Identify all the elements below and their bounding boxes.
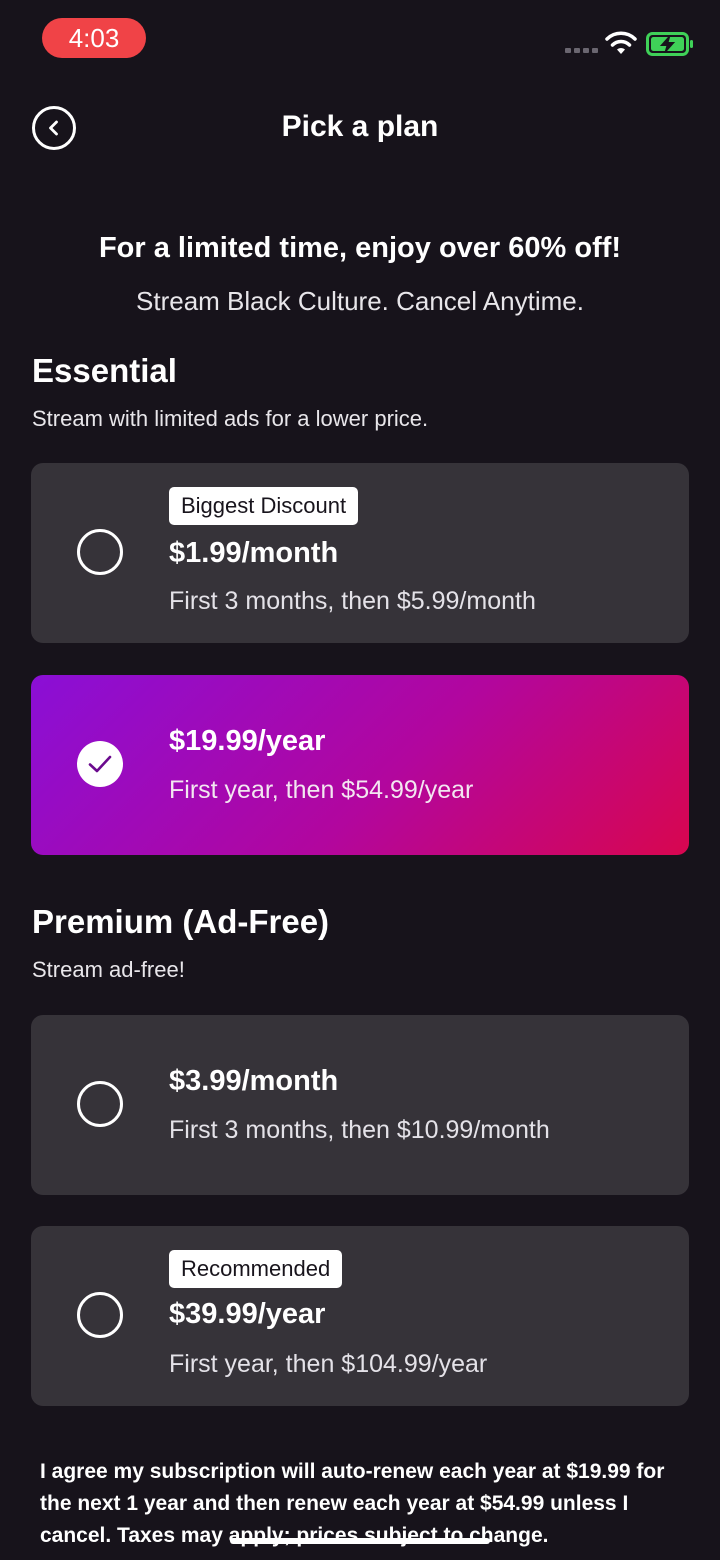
signal-dots-icon	[565, 48, 598, 53]
premium-section-title: Premium (Ad-Free)	[32, 903, 330, 940]
plan-price: $1.99/month	[169, 537, 339, 569]
plan-card-premium-yearly[interactable]: Recommended $39.99/year First year, then…	[31, 1226, 689, 1406]
plan-price: $19.99/year	[169, 725, 326, 757]
plan-radio-unselected[interactable]	[77, 529, 123, 575]
promo-subtitle: Stream Black Culture. Cancel Anytime.	[136, 286, 584, 316]
essential-section-title: Essential	[32, 352, 177, 389]
plan-radio-unselected[interactable]	[77, 1081, 123, 1127]
status-time: 4:03	[42, 18, 146, 58]
plan-price: $3.99/month	[169, 1065, 339, 1097]
biggest-discount-badge: Biggest Discount	[169, 487, 359, 525]
plan-detail: First year, then $104.99/year	[169, 1350, 488, 1378]
plan-detail: First 3 months, then $10.99/month	[169, 1116, 550, 1144]
essential-section-subtitle: Stream with limited ads for a lower pric…	[32, 406, 429, 431]
premium-section-subtitle: Stream ad-free!	[32, 957, 185, 982]
wifi-icon	[605, 31, 637, 54]
promo-title: For a limited time, enjoy over 60% off!	[98, 232, 622, 264]
status-time-text: 4:03	[68, 22, 120, 53]
plan-radio-unselected[interactable]	[77, 1292, 123, 1338]
plan-price: $39.99/year	[169, 1298, 326, 1330]
plan-detail: First 3 months, then $5.99/month	[169, 587, 536, 615]
plan-card-essential-yearly[interactable]: $19.99/year First year, then $54.99/year	[31, 675, 689, 855]
checkmark-icon	[88, 755, 112, 773]
battery-charging-icon	[646, 32, 693, 56]
plan-card-premium-monthly[interactable]: $3.99/month First 3 months, then $10.99/…	[31, 1015, 689, 1195]
plan-radio-selected[interactable]	[77, 741, 123, 787]
page-title: Pick a plan	[281, 110, 439, 143]
plan-card-essential-monthly[interactable]: Biggest Discount $1.99/month First 3 mon…	[31, 463, 689, 643]
recommended-badge: Recommended	[169, 1250, 343, 1288]
home-indicator[interactable]	[230, 1538, 490, 1544]
pick-plan-screen: 4:03 Pick a plan For a limited time, enj…	[0, 0, 720, 1560]
plan-detail: First year, then $54.99/year	[169, 776, 474, 804]
